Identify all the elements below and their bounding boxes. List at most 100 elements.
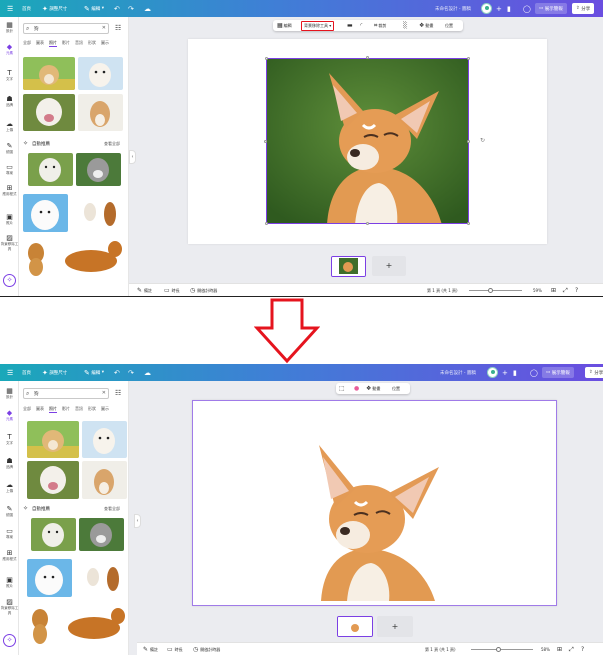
collapse-panel-button[interactable]: ‹ <box>134 514 141 528</box>
share-button[interactable]: ⇪ 分享 <box>585 367 603 378</box>
tab-videos[interactable]: 影片 <box>62 406 70 412</box>
zoom-slider[interactable] <box>471 649 533 650</box>
photo-result[interactable] <box>27 461 79 499</box>
chihuahua-photo[interactable] <box>266 58 469 224</box>
redo-icon[interactable]: ↷ <box>128 364 134 381</box>
tab-photos[interactable]: 照片 <box>49 406 57 413</box>
present-button[interactable]: ▭ 展示簡報 <box>542 367 574 378</box>
rail-item-uploads[interactable]: ☁ 上傳 <box>0 120 19 133</box>
rail-item-bg-remover[interactable]: ▨ 背景移除工具 <box>0 598 19 616</box>
photo-result[interactable] <box>27 421 79 458</box>
rail-item-elements[interactable]: ◆ 元素 <box>0 409 19 422</box>
rail-item-draw[interactable]: ✎ 繪圖 <box>0 142 19 155</box>
resize-handle[interactable] <box>467 222 470 225</box>
filter-icon[interactable]: ☷ <box>115 389 121 397</box>
present-button[interactable]: ▭ 展示簡報 <box>535 3 567 14</box>
help-icon[interactable]: ? <box>575 284 580 296</box>
animate-button[interactable]: ❖ 動畫 <box>419 20 433 31</box>
resize-handle[interactable] <box>366 56 369 59</box>
magic-icon[interactable]: ✧ <box>3 274 16 287</box>
photo-result[interactable] <box>78 57 123 90</box>
tab-all[interactable]: 全部 <box>23 406 31 412</box>
rail-item-projects[interactable]: ▭ 專案 <box>0 163 19 176</box>
search-box[interactable]: ⌕ ✕ <box>23 23 109 34</box>
tab-all[interactable]: 全部 <box>23 40 31 46</box>
tab-shapes[interactable]: 形狀 <box>88 406 96 412</box>
image-effect-icon[interactable]: ⬚ <box>339 383 346 394</box>
zoom-level[interactable]: 59% <box>533 284 542 296</box>
tab-shapes[interactable]: 形狀 <box>88 40 96 46</box>
timer-button[interactable]: ▭ 時長 <box>164 284 180 296</box>
photo-result[interactable] <box>23 194 68 232</box>
rail-item-elements[interactable]: ◆ 元素 <box>0 43 19 56</box>
comment-icon[interactable]: ◯ <box>530 364 538 381</box>
undo-icon[interactable]: ↶ <box>114 364 120 381</box>
help-icon[interactable]: ? <box>581 643 586 655</box>
see-all-link[interactable]: 查看全部 <box>104 506 120 512</box>
grid-view-icon[interactable]: ⊞ <box>557 643 564 655</box>
undo-icon[interactable]: ↶ <box>114 0 120 17</box>
tab-icons[interactable]: 圖示 <box>101 40 109 46</box>
rail-item-text[interactable]: T 文字 <box>0 433 19 446</box>
transparency-icon[interactable]: ░ <box>403 20 409 31</box>
rail-item-brand[interactable]: ☗ 品牌 <box>0 95 19 108</box>
rail-item-bg-remover[interactable]: ▨ 背景移除工具 <box>0 234 19 252</box>
photo-result[interactable] <box>23 235 49 277</box>
edit-button[interactable]: ✎ 編輯 ▾ <box>84 0 104 17</box>
photo-result[interactable] <box>79 518 124 551</box>
notes-button[interactable]: ✎ 備註 <box>143 643 158 655</box>
tab-audio[interactable]: 音訊 <box>75 406 83 412</box>
plus-icon[interactable]: + <box>496 0 502 17</box>
tab-videos[interactable]: 影片 <box>62 40 70 46</box>
avatar[interactable] <box>487 367 498 378</box>
search-input[interactable] <box>34 25 94 33</box>
page-thumbnail[interactable] <box>337 616 373 637</box>
add-page-button[interactable]: + <box>377 616 413 637</box>
see-all-link[interactable]: 查看全部 <box>104 141 120 147</box>
home-button[interactable]: 首頁 <box>22 364 31 381</box>
menu-icon[interactable]: ☰ <box>7 364 13 381</box>
grid-view-icon[interactable]: ⊞ <box>551 284 558 296</box>
search-input[interactable] <box>34 390 94 398</box>
page-thumbnail[interactable] <box>331 256 366 277</box>
rail-item-projects[interactable]: ▭ 專案 <box>0 527 19 540</box>
color-wheel-icon[interactable]: ● <box>354 383 360 394</box>
resize-handle[interactable] <box>467 57 470 60</box>
zoom-slider-knob[interactable] <box>496 647 501 652</box>
resize-handle[interactable] <box>265 57 268 60</box>
open-timer-button[interactable]: ◷ 開啟計時器 <box>193 643 220 655</box>
resize-handle[interactable] <box>264 140 267 143</box>
filter-icon[interactable]: ☷ <box>115 24 121 32</box>
photo-result[interactable] <box>28 153 73 186</box>
design-page[interactable]: ↻ <box>188 39 547 244</box>
corner-radius-icon[interactable]: ◜ <box>360 20 363 31</box>
collapse-panel-button[interactable]: ‹ <box>129 150 136 164</box>
rail-item-brand[interactable]: ☗ 品牌 <box>0 457 19 470</box>
tab-photos[interactable]: 照片 <box>49 40 57 47</box>
tab-audio[interactable]: 音訊 <box>75 40 83 46</box>
photo-result[interactable] <box>31 518 76 551</box>
border-style-icon[interactable]: ▬ <box>347 20 354 31</box>
position-button[interactable]: 位置 <box>445 20 453 31</box>
zoom-slider[interactable] <box>469 290 522 291</box>
chart-icon[interactable]: ▮ <box>513 364 517 381</box>
rail-item-text[interactable]: T 文字 <box>0 69 19 82</box>
edit-image-button[interactable]: ▦ 編輯 <box>277 20 292 31</box>
photo-result[interactable] <box>23 57 75 90</box>
chart-icon[interactable]: ▮ <box>507 0 511 17</box>
photo-result[interactable] <box>78 94 123 131</box>
photo-result[interactable] <box>27 559 72 597</box>
rail-item-photos[interactable]: ▣ 照片 <box>0 213 19 226</box>
zoom-slider-knob[interactable] <box>488 288 493 293</box>
magic-icon[interactable]: ✧ <box>3 634 16 647</box>
design-title[interactable]: 未命名設計 - 圖稿 <box>440 364 476 381</box>
timer-button[interactable]: ▭ 時長 <box>167 643 183 655</box>
comment-icon[interactable]: ◯ <box>523 0 531 17</box>
photo-result[interactable] <box>74 194 122 232</box>
menu-icon[interactable]: ☰ <box>7 0 13 17</box>
rail-item-uploads[interactable]: ☁ 上傳 <box>0 481 19 494</box>
photo-result[interactable] <box>82 461 127 499</box>
resize-button[interactable]: ✦ 調整尺寸 <box>42 0 67 17</box>
resize-button[interactable]: ✦ 調整尺寸 <box>42 364 67 381</box>
animate-button[interactable]: ❖ 動畫 <box>366 383 380 394</box>
